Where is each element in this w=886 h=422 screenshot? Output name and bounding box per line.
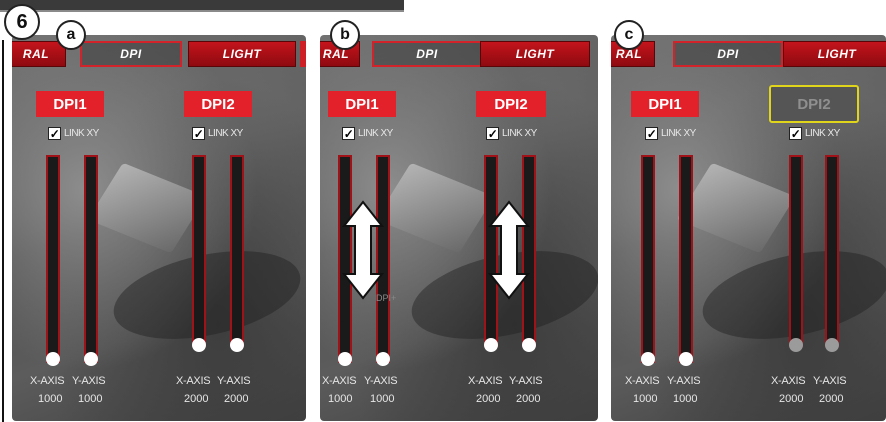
- dpi1-x-value: 1000: [328, 393, 353, 405]
- check-icon[interactable]: ✓: [342, 127, 355, 140]
- dpi2-y-axis-label: Y-AXIS: [217, 375, 251, 387]
- vertical-double-arrow-icon: [342, 200, 384, 300]
- dpi2-y-value: 2000: [224, 393, 249, 405]
- link-xy-label: LINK XY: [358, 128, 393, 139]
- dpi1-link-xy[interactable]: ✓ LINK XY: [48, 127, 99, 140]
- dpi2-x-value: 2000: [184, 393, 209, 405]
- panel-c: RAL DPI LIGHT DPI1 DPI2 ✓ LINK XY ✓ LINK…: [611, 35, 886, 421]
- dpi2-x-knob[interactable]: [192, 338, 206, 352]
- dpi1-y-knob[interactable]: [679, 352, 693, 366]
- tab-general[interactable]: RAL: [12, 41, 66, 67]
- dpi1-x-slider[interactable]: [46, 155, 60, 363]
- dpi1-x-axis-label: X-AXIS: [30, 375, 65, 387]
- tab-overflow[interactable]: [300, 41, 306, 67]
- tab-dpi[interactable]: DPI: [372, 41, 482, 67]
- dpi1-button[interactable]: DPI1: [631, 91, 699, 117]
- dpi2-x-slider[interactable]: [789, 155, 803, 347]
- tab-light[interactable]: LIGHT: [783, 41, 886, 67]
- dpi2-y-knob[interactable]: [230, 338, 244, 352]
- dpi1-x-knob[interactable]: [338, 352, 352, 366]
- dpi1-y-value: 1000: [673, 393, 698, 405]
- dpi2-x-knob[interactable]: [484, 338, 498, 352]
- vertical-double-arrow-icon: [488, 200, 530, 300]
- background-rock: [375, 162, 495, 254]
- tab-dpi[interactable]: DPI: [80, 41, 182, 67]
- dpi1-y-value: 1000: [370, 393, 395, 405]
- dpi2-y-knob[interactable]: [522, 338, 536, 352]
- dpi1-x-knob[interactable]: [46, 352, 60, 366]
- dpi2-y-value: 2000: [819, 393, 844, 405]
- check-icon[interactable]: ✓: [48, 127, 61, 140]
- dpi2-x-axis-label: X-AXIS: [176, 375, 211, 387]
- tab-dpi[interactable]: DPI: [673, 41, 783, 67]
- dpi-plus-overlay: DPI+: [376, 293, 397, 303]
- tab-light[interactable]: LIGHT: [188, 41, 296, 67]
- step-header-bar: [0, 0, 404, 12]
- dpi2-y-slider[interactable]: [230, 155, 244, 347]
- step-number-badge: 6: [4, 4, 40, 40]
- dpi2-link-xy[interactable]: ✓ LINK XY: [486, 127, 537, 140]
- dpi2-y-knob[interactable]: [825, 338, 839, 352]
- dpi2-button[interactable]: DPI2: [184, 91, 252, 117]
- check-icon[interactable]: ✓: [789, 127, 802, 140]
- dpi1-button[interactable]: DPI1: [328, 91, 396, 117]
- tab-light[interactable]: LIGHT: [480, 41, 590, 67]
- dpi2-y-axis-label: Y-AXIS: [813, 375, 847, 387]
- dpi1-x-axis-label: X-AXIS: [322, 375, 357, 387]
- check-icon[interactable]: ✓: [486, 127, 499, 140]
- panel-a-label: a: [56, 20, 86, 50]
- dpi2-link-xy[interactable]: ✓ LINK XY: [192, 127, 243, 140]
- dpi2-x-axis-label: X-AXIS: [771, 375, 806, 387]
- link-xy-label: LINK XY: [64, 128, 99, 139]
- background-rock: [87, 162, 207, 254]
- panel-b-label: b: [330, 20, 360, 50]
- dpi2-x-slider[interactable]: [192, 155, 206, 347]
- link-xy-label: LINK XY: [208, 128, 243, 139]
- background-rock: [676, 162, 796, 254]
- dpi2-button[interactable]: DPI2: [476, 91, 546, 117]
- dpi2-button[interactable]: DPI2: [769, 85, 859, 123]
- check-icon[interactable]: ✓: [645, 127, 658, 140]
- link-xy-label: LINK XY: [805, 128, 840, 139]
- dpi1-y-axis-label: Y-AXIS: [667, 375, 701, 387]
- dpi2-x-axis-label: X-AXIS: [468, 375, 503, 387]
- dpi1-y-axis-label: Y-AXIS: [364, 375, 398, 387]
- dpi2-x-value: 2000: [779, 393, 804, 405]
- dpi1-link-xy[interactable]: ✓ LINK XY: [342, 127, 393, 140]
- dpi1-y-slider[interactable]: [84, 155, 98, 363]
- dpi2-x-knob[interactable]: [789, 338, 803, 352]
- dpi1-y-knob[interactable]: [84, 352, 98, 366]
- dpi1-button[interactable]: DPI1: [36, 91, 104, 117]
- dpi1-x-slider[interactable]: [641, 155, 655, 363]
- check-icon[interactable]: ✓: [192, 127, 205, 140]
- dpi1-x-axis-label: X-AXIS: [625, 375, 660, 387]
- link-xy-label: LINK XY: [502, 128, 537, 139]
- dpi1-y-value: 1000: [78, 393, 103, 405]
- dpi1-y-axis-label: Y-AXIS: [72, 375, 106, 387]
- dpi1-y-knob[interactable]: [376, 352, 390, 366]
- link-xy-label: LINK XY: [661, 128, 696, 139]
- dpi2-y-slider[interactable]: [825, 155, 839, 347]
- dpi2-y-axis-label: Y-AXIS: [509, 375, 543, 387]
- dpi1-x-value: 1000: [633, 393, 658, 405]
- panel-c-label: c: [614, 20, 644, 50]
- dpi1-x-value: 1000: [38, 393, 63, 405]
- dpi1-link-xy[interactable]: ✓ LINK XY: [645, 127, 696, 140]
- panel-b: RAL DPI LIGHT DPI1 DPI2 ✓ LINK XY ✓ LINK…: [320, 35, 598, 421]
- left-divider: [2, 40, 4, 422]
- dpi2-link-xy[interactable]: ✓ LINK XY: [789, 127, 840, 140]
- panel-a: RAL DPI LIGHT DPI1 DPI2 ✓ LINK XY ✓ LINK…: [12, 35, 306, 421]
- dpi2-x-value: 2000: [476, 393, 501, 405]
- dpi1-x-knob[interactable]: [641, 352, 655, 366]
- dpi1-y-slider[interactable]: [679, 155, 693, 363]
- dpi2-y-value: 2000: [516, 393, 541, 405]
